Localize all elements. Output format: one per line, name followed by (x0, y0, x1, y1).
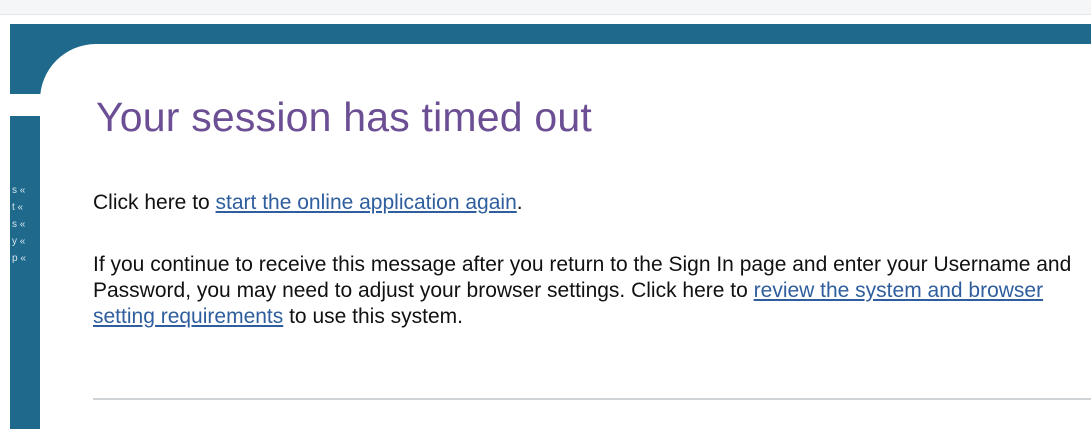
help-paragraph: If you continue to receive this message … (93, 252, 1088, 330)
sidebar-item-2[interactable]: t « (10, 199, 40, 216)
page: s « t « s « y « p « Your session has tim… (0, 0, 1091, 429)
sidebar-nav: s « t « s « y « p « (10, 182, 40, 267)
sidebar-gap (10, 94, 40, 116)
page-title: Your session has timed out (96, 94, 592, 140)
browser-top-strip (0, 0, 1091, 15)
help-suffix-text: to use this system. (283, 305, 463, 328)
restart-prefix-text: Click here to (93, 191, 216, 214)
restart-paragraph: Click here to start the online applicati… (93, 190, 1088, 216)
sidebar-item-1[interactable]: s « (10, 182, 40, 199)
sidebar-item-3[interactable]: s « (10, 216, 40, 233)
divider (93, 398, 1091, 400)
restart-suffix-text: . (516, 191, 523, 214)
sidebar-item-4[interactable]: y « (10, 233, 40, 250)
sidebar-item-5[interactable]: p « (10, 250, 40, 267)
restart-application-link[interactable]: start the online application again (216, 191, 517, 214)
